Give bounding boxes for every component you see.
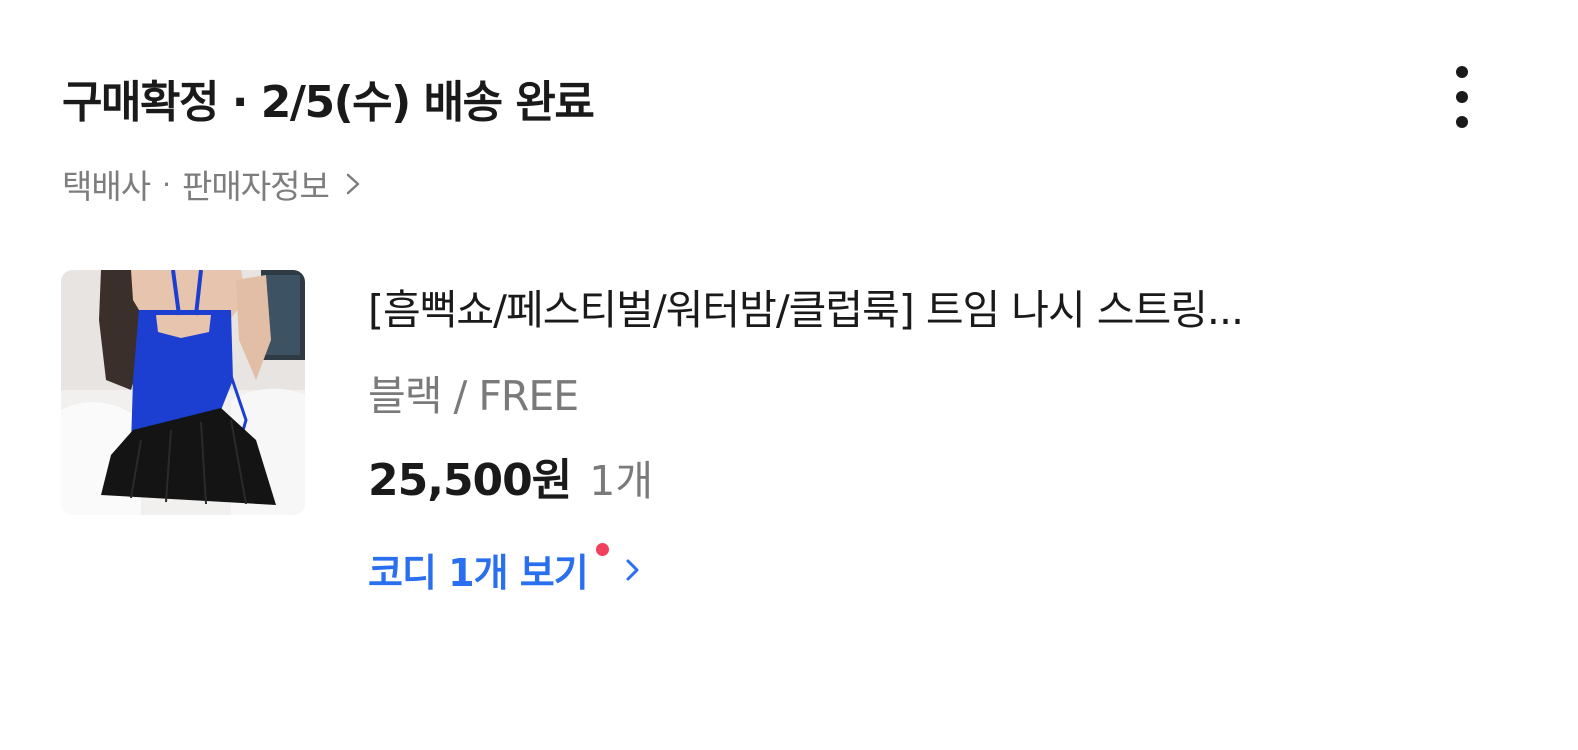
seller-info-link[interactable]: 판매자정보 [182, 160, 330, 208]
chevron-right-icon [346, 173, 360, 195]
more-vertical-icon-dot [1456, 91, 1468, 103]
new-indicator-dot [595, 543, 609, 556]
view-coordi-label: 코디 1개 보기 [368, 551, 589, 595]
price-quantity-row: 25,500원 1개 [368, 444, 653, 508]
shipping-seller-links[interactable]: 택배사 · 판매자정보 [62, 160, 365, 208]
product-option: 블랙 / FREE [368, 372, 579, 420]
more-vertical-icon-dot [1456, 116, 1468, 128]
chevron-right-icon [626, 559, 639, 580]
order-item-card: 구매확정 · 2/5(수) 배송 완료 택배사 · 판매자정보 [흠뻑쇼/페스티… [0, 0, 1578, 750]
carrier-link[interactable]: 택배사 [62, 160, 151, 208]
order-status-title: 구매확정 · 2/5(수) 배송 완료 [62, 77, 595, 128]
separator: · [162, 167, 171, 201]
product-thumbnail[interactable] [61, 270, 305, 515]
product-name[interactable]: [흠뻑쇼/페스티벌/워터밤/클럽룩] 트임 나시 스트링... [368, 276, 1428, 336]
more-vertical-icon [1456, 66, 1468, 78]
product-price: 25,500원 [368, 455, 572, 506]
product-photo [61, 270, 305, 515]
more-options-button[interactable] [1440, 62, 1484, 132]
view-coordi-link[interactable]: 코디 1개 보기 [368, 542, 643, 597]
product-quantity: 1개 [589, 457, 654, 505]
